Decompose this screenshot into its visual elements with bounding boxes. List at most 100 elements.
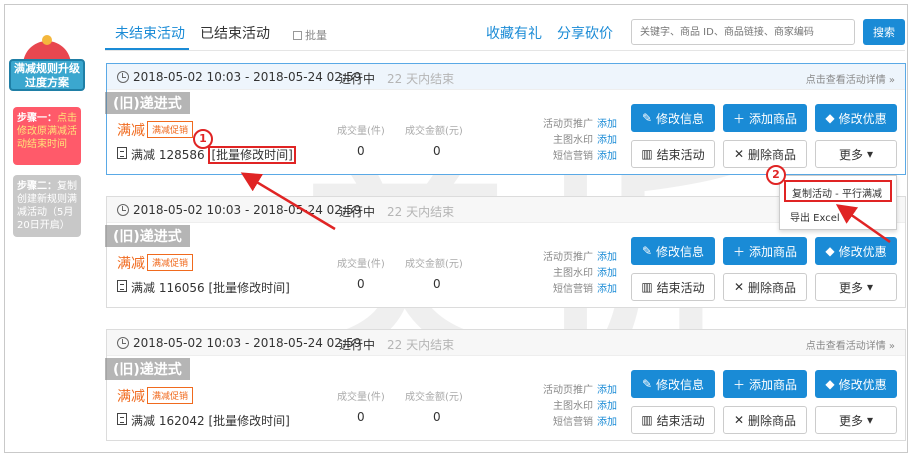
add-product-label: 添加商品 (749, 244, 798, 259)
stat-count-label: 成交量(件) (337, 392, 385, 403)
add-product-button[interactable]: ＋ 添加商品 (723, 104, 807, 132)
promo-add-link[interactable]: 添加 (597, 284, 617, 295)
trash-icon: ▥ (641, 147, 653, 161)
promo-row-label: 活动页推广 (543, 385, 593, 396)
clock-icon (117, 71, 129, 83)
batch-button[interactable]: 批量 (293, 27, 327, 43)
stat-count-label: 成交量(件) (337, 126, 385, 137)
campaign-type: 满减 (117, 256, 145, 272)
caret-down-icon: ▾ (866, 147, 874, 161)
batch-edit-time-link[interactable]: [批量修改时间] (208, 146, 296, 164)
end-campaign-button[interactable]: ▥ 结束活动 (631, 406, 715, 434)
trash-icon: ▥ (641, 280, 653, 294)
tag-icon: ◆ (825, 244, 835, 258)
add-product-button[interactable]: ＋ 添加商品 (723, 237, 807, 265)
promo-add-link[interactable]: 添加 (597, 385, 617, 396)
tag-icon: ◆ (825, 377, 835, 391)
tag-icon: ◆ (825, 111, 835, 125)
copy-icon (293, 31, 302, 40)
promo-add-link[interactable]: 添加 (597, 268, 617, 279)
promo-row-label: 主图水印 (553, 135, 593, 146)
batch-edit-time-link[interactable]: [批量修改时间] (208, 414, 289, 428)
top-bar: 未结束活动 已结束活动 批量 收藏有礼 分享砍价 搜索 (105, 13, 905, 51)
more-label: 更多 (838, 413, 863, 428)
campaign-type: 满减 (117, 389, 145, 405)
end-campaign-button[interactable]: ▥ 结束活动 (631, 273, 715, 301)
tab-active-campaigns[interactable]: 未结束活动 (115, 23, 185, 43)
edit-info-button[interactable]: ✎ 修改信息 (631, 104, 715, 132)
campaign-id: 满减 162042 (131, 414, 205, 428)
add-product-label: 添加商品 (749, 111, 798, 126)
status-text: 进行中 (339, 72, 376, 86)
trash-icon: ▥ (641, 413, 653, 427)
close-icon: ✕ (733, 147, 745, 161)
end-campaign-label: 结束活动 (656, 280, 705, 295)
promo-row-label: 主图水印 (553, 401, 593, 412)
more-button[interactable]: 更多 ▾ (815, 273, 897, 301)
plus-icon: ＋ (732, 111, 745, 126)
promo-row-label: 活动页推广 (543, 119, 593, 130)
stat-count-value: 0 (357, 277, 365, 291)
old-type-tag: (旧)递进式 (105, 92, 190, 114)
stat-amount-label: 成交金额(元) (405, 126, 463, 137)
modify-discount-button[interactable]: ◆ 修改优惠 (815, 370, 897, 398)
guide-badge: 满减规则升级 过度方案 (9, 35, 85, 99)
view-detail-link[interactable]: 点击查看活动详情 » (806, 337, 895, 352)
delete-product-button[interactable]: ✕ 删除商品 (723, 140, 807, 168)
share-bargain-link[interactable]: 分享砍价 (557, 23, 613, 43)
promo-row: 短信营销 添加 (527, 413, 617, 429)
modify-discount-label: 修改优惠 (838, 244, 887, 259)
delete-product-button[interactable]: ✕ 删除商品 (723, 406, 807, 434)
annotation-callout-1: 1 (193, 129, 213, 149)
add-product-label: 添加商品 (749, 377, 798, 392)
campaign-card: 2018-05-02 10:03 - 2018-05-24 02:59 进行中 … (105, 63, 906, 175)
promo-row: 主图水印 添加 (527, 264, 617, 280)
tab-ended-campaigns[interactable]: 已结束活动 (200, 23, 270, 43)
promo-row-label: 短信营销 (553, 151, 593, 162)
promo-add-link[interactable]: 添加 (597, 252, 617, 263)
modify-discount-button[interactable]: ◆ 修改优惠 (815, 104, 897, 132)
caret-down-icon: ▾ (866, 280, 874, 294)
search-button[interactable]: 搜索 (863, 19, 905, 45)
ending-text: 22 天内结束 (387, 338, 455, 352)
status-text: 进行中 (339, 205, 376, 219)
promo-row-label: 短信营销 (553, 417, 593, 428)
more-label: 更多 (838, 280, 863, 295)
promo-row: 短信营销 添加 (527, 147, 617, 163)
copy-campaign-menu-item[interactable]: 复制活动 - 平行满减 (784, 180, 892, 202)
promo-add-link[interactable]: 添加 (597, 417, 617, 428)
old-type-tag: (旧)递进式 (105, 358, 190, 380)
promo-tag: 满减促销 (147, 254, 194, 271)
edit-info-button[interactable]: ✎ 修改信息 (631, 370, 715, 398)
promo-add-link[interactable]: 添加 (597, 135, 617, 146)
promo-row: 活动页推广 添加 (527, 248, 617, 264)
modify-discount-label: 修改优惠 (838, 377, 887, 392)
step-2-head: 步骤二： (17, 181, 57, 192)
end-campaign-button[interactable]: ▥ 结束活动 (631, 140, 715, 168)
step-1-head: 步骤一： (17, 113, 57, 124)
view-detail-link[interactable]: 点击查看活动详情 » (806, 71, 895, 86)
promo-row-label: 短信营销 (553, 284, 593, 295)
add-product-button[interactable]: ＋ 添加商品 (723, 370, 807, 398)
delete-product-button[interactable]: ✕ 删除商品 (723, 273, 807, 301)
campaign-id-line: 满减 128586 [批量修改时间] (131, 146, 296, 164)
caret-down-icon: ▾ (866, 413, 874, 427)
promo-add-link[interactable]: 添加 (597, 119, 617, 130)
date-range: 2018-05-02 10:03 - 2018-05-24 02:59 (133, 203, 362, 217)
favorite-gift-link[interactable]: 收藏有礼 (486, 23, 542, 43)
date-range: 2018-05-02 10:03 - 2018-05-24 02:59 (133, 336, 362, 350)
promo-add-link[interactable]: 添加 (597, 401, 617, 412)
close-icon: ✕ (733, 280, 745, 294)
more-button[interactable]: 更多 ▾ (815, 406, 897, 434)
search-input[interactable] (631, 19, 855, 45)
batch-edit-time-link[interactable]: [批量修改时间] (208, 281, 289, 295)
edit-info-button[interactable]: ✎ 修改信息 (631, 237, 715, 265)
promo-row: 主图水印 添加 (527, 131, 617, 147)
plus-icon: ＋ (732, 377, 745, 392)
modify-discount-button[interactable]: ◆ 修改优惠 (815, 237, 897, 265)
export-excel-menu-item[interactable]: 导出 Excel (790, 209, 840, 224)
stat-count-value: 0 (357, 144, 365, 158)
more-button[interactable]: 更多 ▾ (815, 140, 897, 168)
promo-add-link[interactable]: 添加 (597, 151, 617, 162)
ending-text: 22 天内结束 (387, 72, 455, 86)
